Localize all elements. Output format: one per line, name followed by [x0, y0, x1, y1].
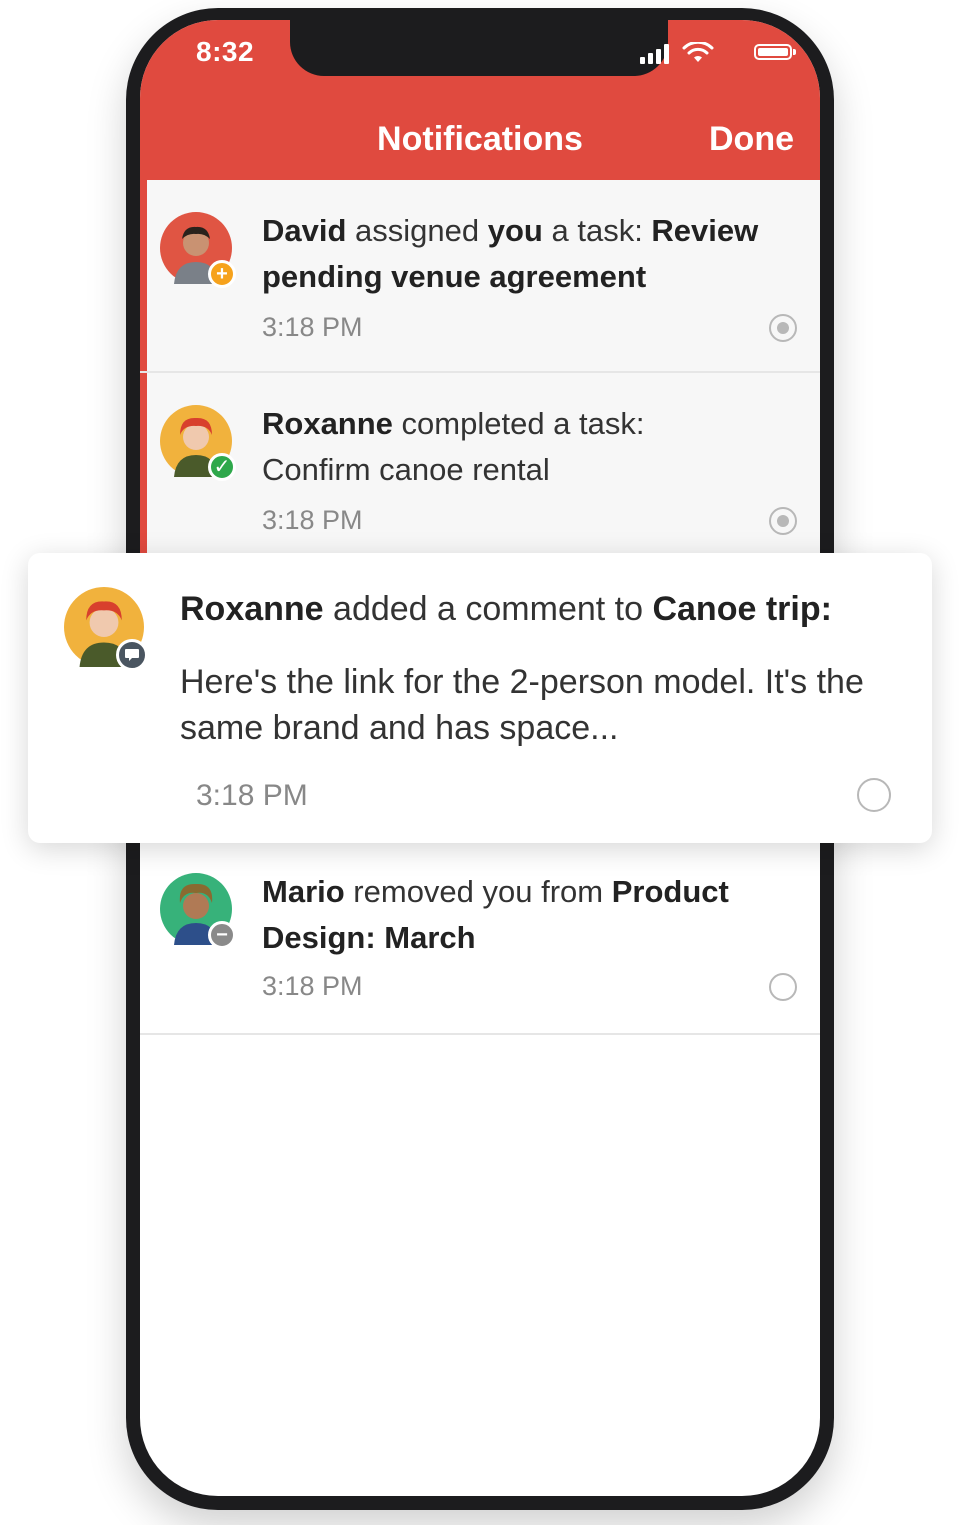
- minus-icon: −: [208, 921, 236, 949]
- notification-text: Mario removed you from Product Design: M…: [262, 869, 792, 961]
- notification-actor: Roxanne: [180, 590, 324, 628]
- done-button[interactable]: Done: [709, 120, 794, 159]
- notification-verb: completed a task:: [392, 406, 645, 441]
- comment-icon: [116, 639, 148, 671]
- notification-verb: added a comment to: [323, 590, 653, 628]
- notification-row[interactable]: ✓ Roxanne completed a task: Confirm canoe…: [140, 373, 820, 573]
- notification-detail: Confirm canoe rental: [262, 452, 550, 487]
- notification-time: 3:18 PM: [262, 312, 363, 342]
- notification-verb: assigned: [346, 213, 488, 248]
- read-toggle[interactable]: [769, 507, 797, 535]
- notification-row[interactable]: + David assigned you a task: Review pend…: [140, 180, 820, 373]
- notification-time: 3:18 PM: [262, 971, 363, 1001]
- avatar-roxanne: ✓: [160, 405, 236, 481]
- notification-time: 3:18 PM: [262, 505, 363, 535]
- check-icon: ✓: [208, 453, 236, 481]
- notification-actor: David: [262, 213, 347, 248]
- battery-icon: [754, 44, 796, 60]
- notification-actor: Roxanne: [262, 406, 393, 441]
- notification-actor: Mario: [262, 874, 345, 909]
- notification-object: you: [487, 213, 543, 248]
- status-icons: [632, 42, 796, 64]
- notification-target: Canoe trip:: [652, 590, 832, 628]
- notification-verb: removed you from: [344, 874, 612, 909]
- notification-text: David assigned you a task: Review pendin…: [262, 208, 792, 300]
- avatar-david: +: [160, 212, 236, 288]
- phone-notch: [290, 20, 668, 76]
- wifi-icon: [682, 42, 714, 62]
- status-time: 8:32: [196, 36, 255, 67]
- notification-text: Roxanne completed a task: Confirm canoe r…: [262, 401, 792, 493]
- notifications-header: 8:32 Notifications Done: [140, 20, 820, 180]
- avatar-roxanne: [64, 587, 148, 671]
- notification-time: 3:18 PM: [196, 779, 308, 812]
- read-toggle[interactable]: [769, 973, 797, 1001]
- notification-headline: Roxanne added a comment to Canoe trip:: [180, 587, 900, 631]
- read-toggle[interactable]: [769, 314, 797, 342]
- plus-icon: +: [208, 260, 236, 288]
- avatar-mario: −: [160, 873, 236, 949]
- notification-card-highlighted[interactable]: Roxanne added a comment to Canoe trip: H…: [28, 553, 932, 843]
- read-toggle[interactable]: [857, 778, 891, 812]
- notification-middle: a task:: [542, 213, 652, 248]
- cellular-signal-icon: [640, 42, 674, 64]
- notification-row[interactable]: − Mario removed you from Product Design:…: [140, 843, 820, 1035]
- comment-preview: Here's the link for the 2-person model. …: [180, 663, 864, 747]
